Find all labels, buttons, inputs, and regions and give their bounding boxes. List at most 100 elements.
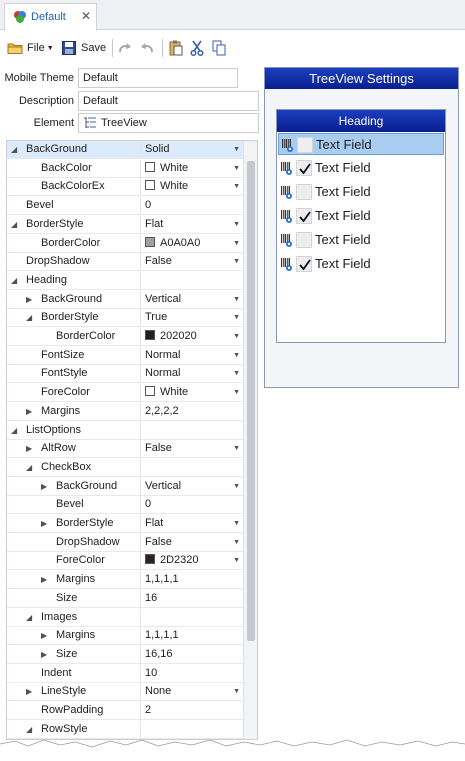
expand-icon[interactable]: ▶ xyxy=(41,646,51,663)
dropdown-arrow-icon[interactable]: ▼ xyxy=(233,683,240,701)
dropdown-arrow-icon[interactable]: ▼ xyxy=(233,178,240,196)
property-row[interactable]: ◢ Images xyxy=(7,609,243,627)
property-value[interactable]: 1,1,1,1 xyxy=(140,571,243,589)
dropdown-arrow-icon[interactable]: ▼ xyxy=(233,440,240,458)
property-row[interactable]: ◢ ListOptions xyxy=(7,422,243,440)
property-value[interactable] xyxy=(140,459,243,477)
property-value[interactable]: Vertical ▼ xyxy=(140,291,243,309)
property-value[interactable] xyxy=(140,272,243,290)
save-button[interactable]: Save xyxy=(62,39,106,57)
property-row[interactable]: ▶ BorderStyle Flat ▼ xyxy=(7,515,243,533)
expand-icon[interactable]: ▶ xyxy=(41,478,51,495)
property-row[interactable]: ▶ Size 16,16 xyxy=(7,646,243,664)
property-value[interactable]: White ▼ xyxy=(140,160,243,178)
collapse-icon[interactable]: ◢ xyxy=(11,216,21,233)
property-value[interactable]: None ▼ xyxy=(140,683,243,701)
expand-icon[interactable]: ▶ xyxy=(41,515,51,532)
property-row[interactable]: BackColorEx White ▼ xyxy=(7,178,243,196)
property-row[interactable]: ▶ Margins 2,2,2,2 xyxy=(7,403,243,421)
dropdown-arrow-icon[interactable]: ▼ xyxy=(233,328,240,346)
dropdown-arrow-icon[interactable]: ▼ xyxy=(233,235,240,253)
property-row[interactable]: ▶ AltRow False ▼ xyxy=(7,440,243,458)
dropdown-arrow-icon[interactable]: ▼ xyxy=(233,478,240,496)
dropdown-arrow-icon[interactable]: ▼ xyxy=(233,216,240,234)
property-row[interactable]: Indent 10 xyxy=(7,665,243,683)
collapse-icon[interactable]: ◢ xyxy=(11,422,21,439)
property-value[interactable]: 0 xyxy=(140,496,243,514)
tree-item[interactable]: Text Field xyxy=(278,181,444,203)
property-value[interactable]: 2,2,2,2 xyxy=(140,403,243,421)
dropdown-arrow-icon[interactable]: ▼ xyxy=(233,365,240,383)
property-value[interactable]: Vertical ▼ xyxy=(140,478,243,496)
property-value[interactable]: Flat ▼ xyxy=(140,216,243,234)
property-value[interactable]: 2D2320 ▼ xyxy=(140,552,243,570)
undo-button[interactable] xyxy=(139,39,155,57)
dropdown-arrow-icon[interactable]: ▼ xyxy=(233,534,240,552)
property-value[interactable]: White ▼ xyxy=(140,178,243,196)
property-value[interactable]: 202020 ▼ xyxy=(140,328,243,346)
collapse-icon[interactable]: ◢ xyxy=(11,272,21,289)
property-row[interactable]: ◢ BorderStyle Flat ▼ xyxy=(7,216,243,234)
vertical-scrollbar[interactable] xyxy=(243,141,257,739)
dropdown-arrow-icon[interactable]: ▼ xyxy=(233,141,240,159)
property-value[interactable]: Normal ▼ xyxy=(140,347,243,365)
property-row[interactable]: DropShadow False ▼ xyxy=(7,534,243,552)
property-row[interactable]: Bevel 0 xyxy=(7,197,243,215)
expand-icon[interactable]: ▶ xyxy=(26,683,36,700)
expand-icon[interactable]: ▶ xyxy=(26,291,36,308)
property-row[interactable]: ◢ BorderStyle True ▼ xyxy=(7,309,243,327)
property-row[interactable]: ForeColor 2D2320 ▼ xyxy=(7,552,243,570)
property-row[interactable]: DropShadow False ▼ xyxy=(7,253,243,271)
property-value[interactable]: 16 xyxy=(140,590,243,608)
property-value[interactable]: 0 xyxy=(140,197,243,215)
collapse-icon[interactable]: ◢ xyxy=(26,459,36,476)
tree-item[interactable]: Text Field xyxy=(278,253,444,275)
property-value[interactable]: A0A0A0 ▼ xyxy=(140,235,243,253)
description-field[interactable]: Default xyxy=(78,91,259,111)
file-menu-button[interactable]: File ▼ xyxy=(7,39,54,57)
property-row[interactable]: BackColor White ▼ xyxy=(7,160,243,178)
dropdown-arrow-icon[interactable]: ▼ xyxy=(233,552,240,570)
mobile-theme-field[interactable]: Default xyxy=(78,68,238,88)
cut-button[interactable] xyxy=(190,39,204,57)
scrollbar-thumb[interactable] xyxy=(247,161,255,641)
dropdown-arrow-icon[interactable]: ▼ xyxy=(233,347,240,365)
expand-icon[interactable]: ▶ xyxy=(26,403,36,420)
property-value[interactable] xyxy=(140,422,243,440)
tree-item[interactable]: Text Field xyxy=(278,157,444,179)
property-row[interactable]: ▶ Margins 1,1,1,1 xyxy=(7,627,243,645)
close-icon[interactable]: ✕ xyxy=(81,9,91,23)
collapse-icon[interactable]: ◢ xyxy=(11,141,21,158)
tree-item-checkbox[interactable] xyxy=(296,208,312,224)
property-row[interactable]: ForeColor White ▼ xyxy=(7,384,243,402)
property-value[interactable]: Flat ▼ xyxy=(140,515,243,533)
property-value[interactable]: True ▼ xyxy=(140,309,243,327)
collapse-icon[interactable]: ◢ xyxy=(26,309,36,326)
tab-default[interactable]: Default ✕ xyxy=(4,3,97,31)
property-row[interactable]: BorderColor 202020 ▼ xyxy=(7,328,243,346)
tree-item[interactable]: Text Field xyxy=(278,205,444,227)
property-row[interactable]: ▶ Margins 1,1,1,1 xyxy=(7,571,243,589)
property-value[interactable]: 2 xyxy=(140,702,243,720)
tree-item[interactable]: Text Field xyxy=(278,133,444,155)
redo-button[interactable] xyxy=(117,39,133,57)
dropdown-arrow-icon[interactable]: ▼ xyxy=(233,515,240,533)
dropdown-arrow-icon[interactable]: ▼ xyxy=(233,309,240,327)
property-row[interactable]: ▶ LineStyle None ▼ xyxy=(7,683,243,701)
tree-item-checkbox[interactable] xyxy=(296,232,312,248)
dropdown-arrow-icon[interactable]: ▼ xyxy=(233,160,240,178)
property-value[interactable]: 16,16 xyxy=(140,646,243,664)
expand-icon[interactable]: ▶ xyxy=(41,571,51,588)
property-row[interactable]: ◢ Heading xyxy=(7,272,243,290)
tree-item-checkbox[interactable] xyxy=(297,137,313,153)
property-value[interactable]: False ▼ xyxy=(140,253,243,271)
property-row[interactable]: ◢ CheckBox xyxy=(7,459,243,477)
property-value[interactable]: False ▼ xyxy=(140,440,243,458)
copy-button[interactable] xyxy=(212,39,226,57)
property-row[interactable]: FontSize Normal ▼ xyxy=(7,347,243,365)
property-value[interactable]: White ▼ xyxy=(140,384,243,402)
property-row[interactable]: FontStyle Normal ▼ xyxy=(7,365,243,383)
property-value[interactable]: 1,1,1,1 xyxy=(140,627,243,645)
tree-item-checkbox[interactable] xyxy=(296,160,312,176)
paste-button[interactable] xyxy=(169,39,183,57)
